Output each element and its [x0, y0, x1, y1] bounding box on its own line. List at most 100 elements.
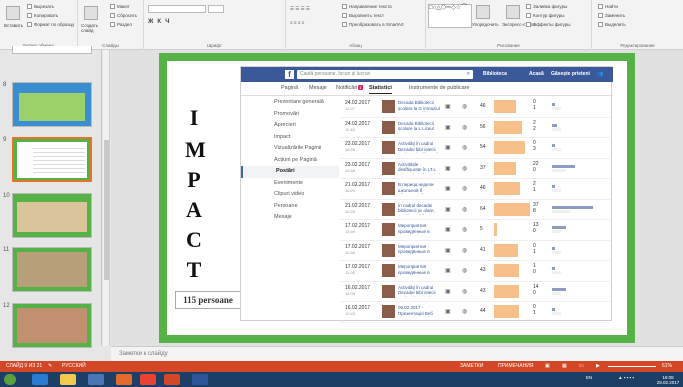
group-label: Абзац [349, 43, 362, 48]
engagement-bar-secondary [552, 209, 570, 213]
post-date: 17.02.2017 15:49 [345, 223, 371, 234]
powerpoint-icon[interactable] [164, 374, 180, 385]
post-title: Мероприятия проведённые в рамках декады … [398, 243, 430, 256]
engagement-counts: 21 [533, 181, 536, 193]
find-button[interactable]: Найти [598, 4, 618, 10]
table-row: 21.02.2017 11:28 În cadrul decadei bibliot… [340, 200, 610, 220]
slide-thumbnail[interactable] [12, 82, 92, 127]
post-type-icon: ▣ [445, 309, 451, 315]
slide-sorter-icon[interactable]: ▦ [562, 363, 567, 369]
zoom-slider[interactable] [608, 366, 656, 367]
slide-thumbnail-pane: 8 9 10 11 12 [0, 46, 102, 348]
tray-icons[interactable]: ▲ ▪ ▪ ▪ ▪ [598, 375, 654, 380]
globe-icon: ◍ [462, 309, 468, 315]
post-thumbnail [382, 243, 395, 257]
reach-bar [494, 100, 516, 113]
shape-outline-button[interactable]: Контур фигуры [526, 13, 564, 19]
chrome-icon[interactable] [140, 374, 156, 385]
reach-bar [494, 120, 522, 134]
post-thumbnail [382, 305, 395, 318]
format-painter-button[interactable]: Формат по образцу [27, 22, 74, 28]
section-button[interactable]: Раздел [110, 22, 132, 28]
table-row: 23.02.2017 16:56 Activități în cadrul Deca… [340, 138, 610, 159]
post-type-icon: ▣ [445, 186, 451, 192]
layout-button[interactable]: Макет [110, 4, 130, 10]
post-date: 17.02.2017 11:08 [345, 264, 371, 275]
insights-sidebar-item: Vizualizările Paginii [274, 145, 322, 151]
normal-view-icon[interactable]: ▣ [545, 363, 550, 369]
word-icon[interactable] [192, 374, 208, 385]
group-label: Редактирование [620, 43, 655, 48]
start-icon[interactable] [4, 374, 16, 385]
smartart-icon [342, 22, 347, 28]
post-type-icon: ▣ [445, 124, 451, 131]
persons-textbox[interactable]: 115 persoane [175, 291, 241, 309]
paste-icon[interactable] [6, 6, 20, 20]
zoom-level[interactable]: 61% [662, 363, 672, 369]
slide-thumbnail-selected[interactable] [12, 137, 92, 182]
reset-icon [110, 13, 115, 19]
paste-button[interactable]: Вставить [4, 23, 23, 28]
engagement-bar-secondary [552, 230, 561, 233]
slideshow-icon[interactable]: ▶ [596, 363, 600, 369]
smartart-button[interactable]: Преобразовать в SmartArt [342, 22, 404, 28]
clock[interactable]: 16:08 28.02.2017 [655, 375, 681, 385]
post-title: Decada Bibliotecii școlare la G imnaziul… [398, 100, 440, 112]
bold-italic-underline-buttons[interactable]: ЖКЧ [148, 19, 173, 25]
globe-icon: ◍ [462, 186, 468, 192]
slide-canvas[interactable]: I M P A C T 115 persoane f Caută persoan… [159, 53, 635, 343]
notes-button[interactable]: ЗАМЕТКИ [460, 363, 483, 369]
font-name-select[interactable] [148, 5, 206, 13]
slide-thumbnail[interactable] [12, 303, 92, 348]
new-slide-icon[interactable] [84, 6, 98, 20]
media-icon[interactable] [116, 374, 132, 385]
arrange-button[interactable]: Упорядочить [472, 22, 499, 27]
reach-bar [494, 202, 531, 216]
globe-icon: ◍ [462, 145, 468, 151]
post-thumbnail [382, 141, 395, 154]
impact-letter: M [185, 137, 206, 162]
engagement-bar [552, 246, 555, 250]
shapes-gallery[interactable]: □○△⬠⇨◇☆⌒ [428, 4, 472, 28]
explorer-icon[interactable] [60, 374, 76, 385]
copy-button[interactable]: Копировать [27, 13, 58, 19]
slide-thumbnail[interactable] [12, 247, 92, 292]
table-row: 16.02.2017 16:09 Activități în cadrul Deca… [340, 282, 610, 302]
engagement-bar-secondary [552, 312, 561, 315]
align-text-button[interactable]: Выровнять текст [342, 13, 384, 19]
reading-view-icon[interactable]: ▭ [579, 363, 584, 369]
comments-button[interactable]: ПРИМЕЧАНИЯ [498, 363, 534, 369]
new-slide-button[interactable]: Создать слайд [81, 23, 107, 33]
engagement-counts: 22 0 [533, 160, 539, 173]
font-size-select[interactable] [208, 5, 224, 13]
reach-count: 64 [480, 205, 486, 212]
select-button[interactable]: Выделить [598, 22, 626, 28]
shape-effects-button[interactable]: Эффекты фигуры [526, 22, 571, 28]
arrange-icon[interactable] [476, 5, 490, 19]
language-indicator[interactable]: EN [586, 375, 592, 380]
spellcheck-icon[interactable]: ✎ [48, 363, 52, 369]
text-direction-button[interactable]: Направление текста [342, 4, 392, 10]
ie-icon[interactable] [32, 374, 48, 385]
language-indicator[interactable]: РУССКИЙ [62, 363, 86, 369]
thumbnail-scrollbar[interactable] [103, 50, 110, 346]
scrollbar-thumb[interactable] [104, 140, 109, 280]
replace-button[interactable]: Заменить [598, 13, 625, 19]
reach-bar [494, 305, 520, 318]
cut-button[interactable]: Вырезать [27, 4, 54, 10]
list-buttons[interactable]: ☰ ☰ ☰ ☰ [290, 6, 310, 12]
align-buttons[interactable]: ≡ ≡ ≡ ≡ [290, 20, 304, 25]
slide-notes[interactable]: Заметки к слайду [111, 346, 683, 361]
reset-button[interactable]: Сбросить [110, 13, 137, 19]
slide-thumbnail[interactable] [12, 193, 92, 238]
engagement-bar [552, 123, 557, 127]
slide-thumbnail[interactable] [12, 46, 92, 54]
post-thumbnail [382, 223, 395, 236]
shape-fill-button[interactable]: Заливка фигуры [526, 4, 567, 10]
app-icon[interactable] [88, 374, 104, 385]
post-title: Мероприятия проведённые в рамках декады … [398, 223, 430, 235]
post-title: Activități în cadrul Decadei bibl ioteci… [398, 141, 439, 153]
quick-styles-icon[interactable] [506, 5, 520, 19]
globe-icon: ◍ [462, 104, 468, 110]
slide-content: I M P A C T 115 persoane f Caută persoan… [167, 61, 627, 335]
